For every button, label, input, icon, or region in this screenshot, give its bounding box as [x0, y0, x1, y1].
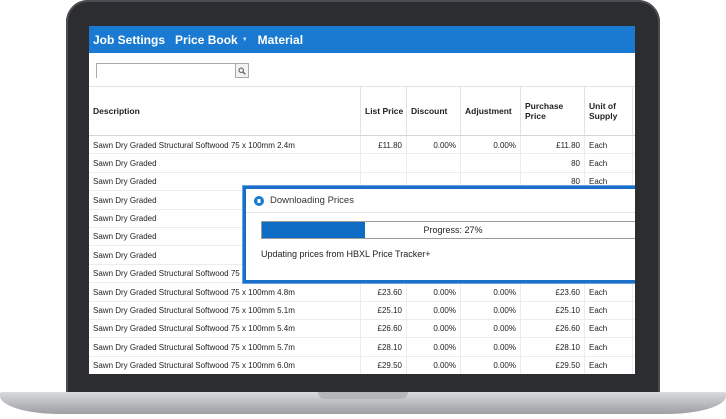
table-row[interactable]: Sawn Dry Graded Structural Softwood 75 x… — [89, 338, 635, 357]
info-icon — [254, 195, 264, 206]
col-list-price[interactable]: List Price — [361, 87, 407, 135]
cell-discount: 0.00% — [407, 283, 461, 302]
search-box — [96, 63, 249, 81]
cell-purchase-price: £29.50 — [521, 356, 585, 374]
cell-purchase-price: £11.80 — [521, 136, 585, 154]
cell-description: Sawn Dry Graded Structural Softwood 75 x… — [89, 356, 361, 374]
table-header: Description List Price Discount Adjustme… — [89, 86, 635, 136]
cell-adjustment — [461, 154, 521, 173]
dialog-title-bar: Downloading Prices — [246, 189, 635, 213]
cell-adjustment: 0.00% — [461, 301, 521, 320]
cell-discount — [407, 154, 461, 173]
nav-price-book[interactable]: Price Book ▼ — [175, 33, 248, 47]
progress-label: Progress: 27% — [423, 225, 483, 235]
cell-list-price: £11.80 — [361, 136, 407, 154]
col-adjustment[interactable]: Adjustment — [461, 87, 521, 135]
cell-description: Sawn Dry Graded Structural Softwood 75 x… — [89, 338, 361, 357]
cell-list-price — [361, 154, 407, 173]
cell-discount: 0.00% — [407, 136, 461, 154]
cell-description: Sawn Dry Graded Structural Softwood 75 x… — [89, 319, 361, 338]
cell-unit: Each — [585, 319, 633, 338]
table-row[interactable]: Sawn Dry Graded Structural Softwood 75 x… — [89, 301, 635, 320]
table-row[interactable]: Sawn Dry Graded Structural Softwood 75 x… — [89, 283, 635, 302]
cell-list-price: £25.10 — [361, 301, 407, 320]
cell-purchase-price: £28.10 — [521, 338, 585, 357]
table-row[interactable]: Sawn Dry Graded Structural Softwood 75 x… — [89, 356, 635, 374]
cell-adjustment: 0.00% — [461, 283, 521, 302]
cell-adjustment: 0.00% — [461, 356, 521, 374]
cell-list-price: £29.50 — [361, 356, 407, 374]
cell-purchase-price: £26.60 — [521, 319, 585, 338]
cell-purchase-price: £23.60 — [521, 283, 585, 302]
cell-discount: 0.00% — [407, 319, 461, 338]
nav-material[interactable]: Material — [258, 33, 303, 47]
col-purchase-price[interactable]: Purchase Price — [521, 87, 585, 135]
nav-label: Job Settings — [93, 32, 166, 47]
col-discount[interactable]: Discount — [407, 87, 461, 135]
nav-label: Material — [257, 32, 304, 47]
cell-unit: Each — [585, 283, 633, 302]
caret-down-icon: ▼ — [241, 36, 248, 43]
search-button[interactable] — [235, 64, 248, 77]
cell-unit: Each — [585, 136, 633, 154]
dialog-title: Downloading Prices — [270, 195, 354, 206]
cell-discount: 0.00% — [407, 338, 461, 357]
laptop-notch — [318, 392, 408, 399]
cell-purchase-price: £25.10 — [521, 301, 585, 320]
cell-list-price: £26.60 — [361, 319, 407, 338]
cell-unit: Each — [585, 154, 633, 173]
cell-adjustment: 0.00% — [461, 338, 521, 357]
nav-label: Price Book — [175, 32, 238, 47]
cell-description: Sawn Dry Graded Structural Softwood 75 x… — [89, 301, 361, 320]
col-unit-of-supply[interactable]: Unit of Supply — [585, 87, 633, 135]
cell-unit: Each — [585, 301, 633, 320]
cell-purchase-price: 80 — [521, 154, 585, 173]
status-text: Updating prices from HBXL Price Tracker+ — [261, 249, 431, 259]
cell-description: Sawn Dry Graded Structural Softwood 75 x… — [89, 136, 361, 154]
cell-adjustment: 0.00% — [461, 136, 521, 154]
progress-bar: Progress: 27% — [261, 221, 635, 239]
search-input[interactable] — [97, 67, 235, 81]
cell-adjustment: 0.00% — [461, 319, 521, 338]
cell-discount: 0.00% — [407, 301, 461, 320]
screen: Job Settings Price Book ▼ Material Descr… — [89, 26, 635, 374]
col-description[interactable]: Description — [89, 87, 361, 135]
cell-unit: Each — [585, 356, 633, 374]
app-header: Job Settings Price Book ▼ Material — [89, 26, 635, 53]
cell-discount: 0.00% — [407, 356, 461, 374]
cell-list-price: £28.10 — [361, 338, 407, 357]
cell-list-price: £23.60 — [361, 283, 407, 302]
search-icon — [238, 67, 246, 75]
table-row[interactable]: Sawn Dry Graded Structural Softwood 75 x… — [89, 319, 635, 339]
cell-description: Sawn Dry Graded Structural Softwood 75 x… — [89, 283, 361, 302]
cell-description: Sawn Dry Graded — [89, 154, 361, 173]
cell-unit: Each — [585, 338, 633, 357]
table-row[interactable]: Sawn Dry Graded Structural Softwood 75 x… — [89, 136, 635, 155]
nav-job-settings[interactable]: Job Settings — [93, 33, 165, 47]
downloading-prices-dialog: Downloading Prices Progress: 27% Updatin… — [243, 186, 635, 283]
table-row[interactable]: Sawn Dry Graded 80 Each — [89, 154, 635, 173]
